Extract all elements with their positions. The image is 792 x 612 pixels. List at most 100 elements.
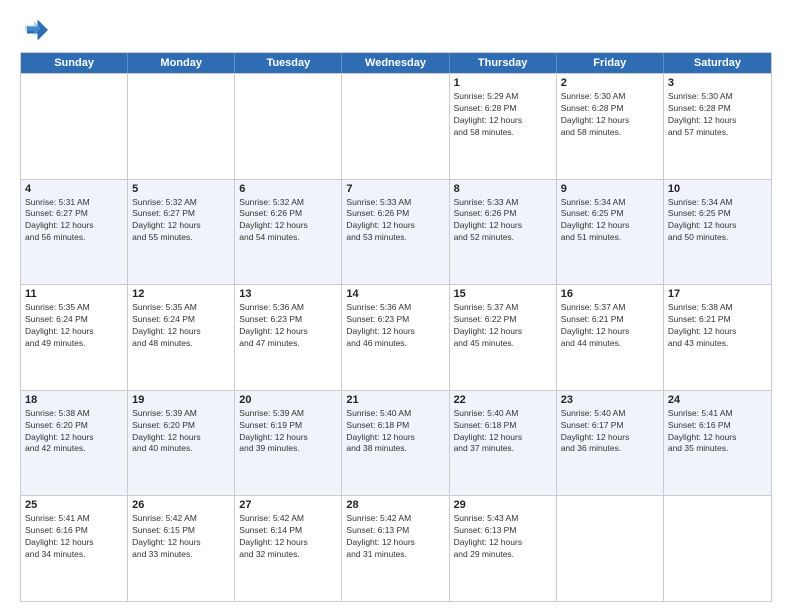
- day-cell-17: 17 Sunrise: 5:38 AM Sunset: 6:21 PM Dayli…: [664, 285, 771, 390]
- logo: [20, 16, 52, 44]
- day-info: Sunrise: 5:33 AM Sunset: 6:26 PM Dayligh…: [454, 197, 552, 245]
- day-cell-18: 18 Sunrise: 5:38 AM Sunset: 6:20 PM Dayli…: [21, 391, 128, 496]
- day-number: 8: [454, 183, 552, 195]
- header-day-monday: Monday: [128, 53, 235, 73]
- day-info: Sunrise: 5:36 AM Sunset: 6:23 PM Dayligh…: [346, 302, 444, 350]
- day-cell-15: 15 Sunrise: 5:37 AM Sunset: 6:22 PM Dayli…: [450, 285, 557, 390]
- day-number: 17: [668, 288, 767, 300]
- day-cell-25: 25Sunrise: 5:41 AM Sunset: 6:16 PM Dayli…: [21, 496, 128, 601]
- day-cell-4: 4Sunrise: 5:31 AM Sunset: 6:27 PM Daylig…: [21, 180, 128, 285]
- day-info: Sunrise: 5:41 AM Sunset: 6:16 PM Dayligh…: [668, 408, 767, 456]
- day-info: Sunrise: 5:39 AM Sunset: 6:19 PM Dayligh…: [239, 408, 337, 456]
- day-number: 12: [132, 288, 230, 300]
- week-row-1: 1 Sunrise: 5:29 AM Sunset: 6:28 PM Daylig…: [21, 73, 771, 179]
- day-cell-2: 2 Sunrise: 5:30 AM Sunset: 6:28 PM Daylig…: [557, 74, 664, 179]
- day-cell-10: 10 Sunrise: 5:34 AM Sunset: 6:25 PM Dayli…: [664, 180, 771, 285]
- day-cell-6: 6 Sunrise: 5:32 AM Sunset: 6:26 PM Daylig…: [235, 180, 342, 285]
- day-info: Sunrise: 5:40 AM Sunset: 6:17 PM Dayligh…: [561, 408, 659, 456]
- day-number: 6: [239, 183, 337, 195]
- day-number: 2: [561, 77, 659, 89]
- day-info: Sunrise: 5:38 AM Sunset: 6:20 PM Dayligh…: [25, 408, 123, 456]
- day-info: Sunrise: 5:37 AM Sunset: 6:21 PM Dayligh…: [561, 302, 659, 350]
- day-number: 10: [668, 183, 767, 195]
- day-cell-26: 26Sunrise: 5:42 AM Sunset: 6:15 PM Dayli…: [128, 496, 235, 601]
- header-day-saturday: Saturday: [664, 53, 771, 73]
- day-info: Sunrise: 5:29 AM Sunset: 6:28 PM Dayligh…: [454, 91, 552, 139]
- day-cell-20: 20 Sunrise: 5:39 AM Sunset: 6:19 PM Dayli…: [235, 391, 342, 496]
- day-number: 21: [346, 394, 444, 406]
- day-info: Sunrise: 5:36 AM Sunset: 6:23 PM Dayligh…: [239, 302, 337, 350]
- day-number: 22: [454, 394, 552, 406]
- day-cell-19: 19 Sunrise: 5:39 AM Sunset: 6:20 PM Dayli…: [128, 391, 235, 496]
- day-cell-empty: [128, 74, 235, 179]
- header: [20, 16, 772, 44]
- calendar-header: SundayMondayTuesdayWednesdayThursdayFrid…: [21, 53, 771, 73]
- day-number: 19: [132, 394, 230, 406]
- day-cell-21: 21 Sunrise: 5:40 AM Sunset: 6:18 PM Dayli…: [342, 391, 449, 496]
- day-number: 7: [346, 183, 444, 195]
- logo-icon: [20, 16, 48, 44]
- day-cell-1: 1 Sunrise: 5:29 AM Sunset: 6:28 PM Daylig…: [450, 74, 557, 179]
- day-info: Sunrise: 5:42 AM Sunset: 6:13 PM Dayligh…: [346, 513, 444, 561]
- day-cell-empty: [557, 496, 664, 601]
- calendar: SundayMondayTuesdayWednesdayThursdayFrid…: [20, 52, 772, 602]
- day-cell-14: 14 Sunrise: 5:36 AM Sunset: 6:23 PM Dayli…: [342, 285, 449, 390]
- day-number: 9: [561, 183, 659, 195]
- day-number: 16: [561, 288, 659, 300]
- week-row-2: 4Sunrise: 5:31 AM Sunset: 6:27 PM Daylig…: [21, 179, 771, 285]
- day-number: 29: [454, 499, 552, 511]
- day-info: Sunrise: 5:30 AM Sunset: 6:28 PM Dayligh…: [561, 91, 659, 139]
- week-row-5: 25Sunrise: 5:41 AM Sunset: 6:16 PM Dayli…: [21, 495, 771, 601]
- week-row-3: 11 Sunrise: 5:35 AM Sunset: 6:24 PM Dayli…: [21, 284, 771, 390]
- day-number: 23: [561, 394, 659, 406]
- day-cell-24: 24 Sunrise: 5:41 AM Sunset: 6:16 PM Dayli…: [664, 391, 771, 496]
- day-number: 18: [25, 394, 123, 406]
- day-number: 11: [25, 288, 123, 300]
- day-cell-22: 22Sunrise: 5:40 AM Sunset: 6:18 PM Dayli…: [450, 391, 557, 496]
- day-info: Sunrise: 5:43 AM Sunset: 6:13 PM Dayligh…: [454, 513, 552, 561]
- day-info: Sunrise: 5:31 AM Sunset: 6:27 PM Dayligh…: [25, 197, 123, 245]
- day-info: Sunrise: 5:34 AM Sunset: 6:25 PM Dayligh…: [668, 197, 767, 245]
- day-cell-8: 8 Sunrise: 5:33 AM Sunset: 6:26 PM Daylig…: [450, 180, 557, 285]
- day-number: 26: [132, 499, 230, 511]
- day-cell-7: 7 Sunrise: 5:33 AM Sunset: 6:26 PM Daylig…: [342, 180, 449, 285]
- day-cell-5: 5 Sunrise: 5:32 AM Sunset: 6:27 PM Daylig…: [128, 180, 235, 285]
- calendar-body: 1 Sunrise: 5:29 AM Sunset: 6:28 PM Daylig…: [21, 73, 771, 601]
- header-day-sunday: Sunday: [21, 53, 128, 73]
- day-info: Sunrise: 5:38 AM Sunset: 6:21 PM Dayligh…: [668, 302, 767, 350]
- day-number: 1: [454, 77, 552, 89]
- day-info: Sunrise: 5:32 AM Sunset: 6:27 PM Dayligh…: [132, 197, 230, 245]
- day-info: Sunrise: 5:35 AM Sunset: 6:24 PM Dayligh…: [25, 302, 123, 350]
- day-info: Sunrise: 5:33 AM Sunset: 6:26 PM Dayligh…: [346, 197, 444, 245]
- day-number: 13: [239, 288, 337, 300]
- page: SundayMondayTuesdayWednesdayThursdayFrid…: [0, 0, 792, 612]
- day-cell-28: 28 Sunrise: 5:42 AM Sunset: 6:13 PM Dayli…: [342, 496, 449, 601]
- day-number: 14: [346, 288, 444, 300]
- day-cell-29: 29 Sunrise: 5:43 AM Sunset: 6:13 PM Dayli…: [450, 496, 557, 601]
- day-info: Sunrise: 5:32 AM Sunset: 6:26 PM Dayligh…: [239, 197, 337, 245]
- day-info: Sunrise: 5:40 AM Sunset: 6:18 PM Dayligh…: [346, 408, 444, 456]
- header-day-friday: Friday: [557, 53, 664, 73]
- day-number: 5: [132, 183, 230, 195]
- day-cell-empty: [342, 74, 449, 179]
- day-cell-11: 11 Sunrise: 5:35 AM Sunset: 6:24 PM Dayli…: [21, 285, 128, 390]
- day-cell-27: 27Sunrise: 5:42 AM Sunset: 6:14 PM Dayli…: [235, 496, 342, 601]
- day-cell-empty: [664, 496, 771, 601]
- day-info: Sunrise: 5:41 AM Sunset: 6:16 PM Dayligh…: [25, 513, 123, 561]
- day-number: 27: [239, 499, 337, 511]
- day-info: Sunrise: 5:39 AM Sunset: 6:20 PM Dayligh…: [132, 408, 230, 456]
- day-number: 28: [346, 499, 444, 511]
- day-number: 24: [668, 394, 767, 406]
- day-info: Sunrise: 5:35 AM Sunset: 6:24 PM Dayligh…: [132, 302, 230, 350]
- day-number: 15: [454, 288, 552, 300]
- day-number: 3: [668, 77, 767, 89]
- day-cell-3: 3Sunrise: 5:30 AM Sunset: 6:28 PM Daylig…: [664, 74, 771, 179]
- day-number: 20: [239, 394, 337, 406]
- day-cell-empty: [235, 74, 342, 179]
- header-day-tuesday: Tuesday: [235, 53, 342, 73]
- day-info: Sunrise: 5:37 AM Sunset: 6:22 PM Dayligh…: [454, 302, 552, 350]
- day-cell-23: 23 Sunrise: 5:40 AM Sunset: 6:17 PM Dayli…: [557, 391, 664, 496]
- day-cell-12: 12 Sunrise: 5:35 AM Sunset: 6:24 PM Dayli…: [128, 285, 235, 390]
- day-info: Sunrise: 5:34 AM Sunset: 6:25 PM Dayligh…: [561, 197, 659, 245]
- day-cell-9: 9 Sunrise: 5:34 AM Sunset: 6:25 PM Daylig…: [557, 180, 664, 285]
